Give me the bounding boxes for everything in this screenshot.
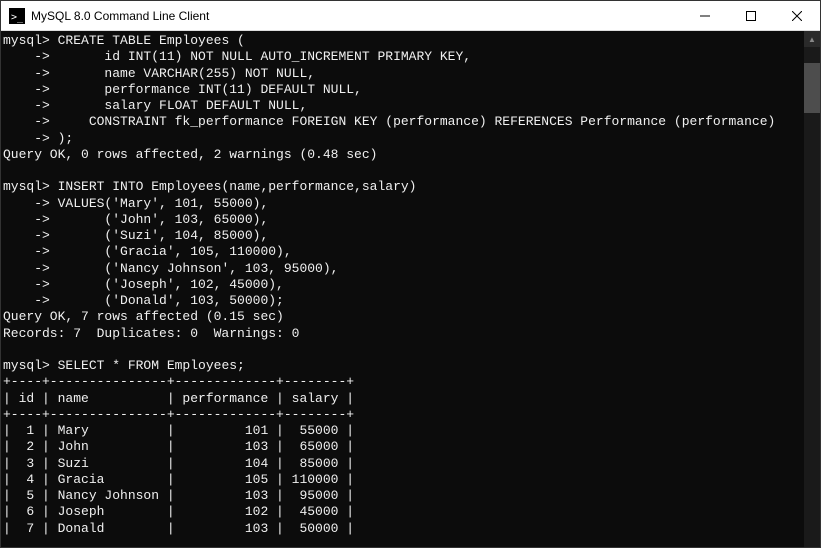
cont-prompt: -> — [3, 293, 50, 308]
sql-line: ); — [50, 131, 73, 146]
terminal-wrapper: mysql> CREATE TABLE Employees ( -> id IN… — [1, 31, 820, 547]
result-line: Query OK, 0 rows affected, 2 warnings (0… — [3, 147, 377, 162]
table-row: | 5 | Nancy Johnson | 103 | 95000 | — [3, 488, 354, 503]
sql-line: CONSTRAINT fk_performance FOREIGN KEY (p… — [50, 114, 776, 129]
cont-prompt: -> — [3, 196, 50, 211]
table-row: | 2 | John | 103 | 65000 | — [3, 439, 354, 454]
maximize-icon — [746, 11, 756, 21]
minimize-button[interactable] — [682, 1, 728, 30]
close-icon — [792, 11, 802, 21]
prompt: mysql> — [3, 179, 50, 194]
table-border: +----+---------------+-------------+----… — [3, 374, 354, 389]
sql-line: VALUES('Mary', 101, 55000), — [50, 196, 268, 211]
cont-prompt: -> — [3, 49, 50, 64]
sql-line: ('Donald', 103, 50000); — [50, 293, 284, 308]
sql-line: INSERT INTO Employees(name,performance,s… — [50, 179, 417, 194]
sql-line: ('Joseph', 102, 45000), — [50, 277, 284, 292]
window-controls — [682, 1, 820, 30]
scroll-up-icon[interactable]: ▲ — [804, 31, 820, 47]
sql-line: ('Nancy Johnson', 103, 95000), — [50, 261, 339, 276]
table-row: | 1 | Mary | 101 | 55000 | — [3, 423, 354, 438]
sql-line: SELECT * FROM Employees; — [50, 358, 245, 373]
sql-line: performance INT(11) DEFAULT NULL, — [50, 82, 362, 97]
result-line: Query OK, 7 rows affected (0.15 sec) — [3, 309, 284, 324]
cont-prompt: -> — [3, 261, 50, 276]
table-row: | 3 | Suzi | 104 | 85000 | — [3, 456, 354, 471]
cont-prompt: -> — [3, 277, 50, 292]
sql-line: name VARCHAR(255) NOT NULL, — [50, 66, 315, 81]
cont-prompt: -> — [3, 98, 50, 113]
cont-prompt: -> — [3, 228, 50, 243]
titlebar-left: >_ MySQL 8.0 Command Line Client — [9, 8, 209, 24]
maximize-button[interactable] — [728, 1, 774, 30]
sql-line: ('Gracia', 105, 110000), — [50, 244, 292, 259]
prompt: mysql> — [3, 358, 50, 373]
table-row: | 4 | Gracia | 105 | 110000 | — [3, 472, 354, 487]
app-window: >_ MySQL 8.0 Command Line Client mysql> … — [0, 0, 821, 548]
window-title: MySQL 8.0 Command Line Client — [31, 9, 209, 23]
cont-prompt: -> — [3, 66, 50, 81]
sql-line: CREATE TABLE Employees ( — [50, 33, 245, 48]
scroll-thumb[interactable] — [804, 63, 820, 113]
sql-line: ('John', 103, 65000), — [50, 212, 268, 227]
cont-prompt: -> — [3, 131, 50, 146]
result-line: Records: 7 Duplicates: 0 Warnings: 0 — [3, 326, 299, 341]
table-row: | 6 | Joseph | 102 | 45000 | — [3, 504, 354, 519]
app-icon: >_ — [9, 8, 25, 24]
prompt: mysql> — [3, 33, 50, 48]
close-button[interactable] — [774, 1, 820, 30]
titlebar[interactable]: >_ MySQL 8.0 Command Line Client — [1, 1, 820, 31]
svg-text:>_: >_ — [11, 12, 24, 23]
table-row: | 7 | Donald | 103 | 50000 | — [3, 521, 354, 536]
terminal[interactable]: mysql> CREATE TABLE Employees ( -> id IN… — [1, 31, 804, 547]
minimize-icon — [700, 11, 710, 21]
sql-line: id INT(11) NOT NULL AUTO_INCREMENT PRIMA… — [50, 49, 471, 64]
scrollbar[interactable]: ▲ — [804, 31, 820, 547]
cont-prompt: -> — [3, 82, 50, 97]
table-border: +----+---------------+-------------+----… — [3, 407, 354, 422]
cont-prompt: -> — [3, 212, 50, 227]
cont-prompt: -> — [3, 244, 50, 259]
cont-prompt: -> — [3, 114, 50, 129]
sql-line: ('Suzi', 104, 85000), — [50, 228, 268, 243]
sql-line: salary FLOAT DEFAULT NULL, — [50, 98, 307, 113]
table-header: | id | name | performance | salary | — [3, 391, 354, 406]
